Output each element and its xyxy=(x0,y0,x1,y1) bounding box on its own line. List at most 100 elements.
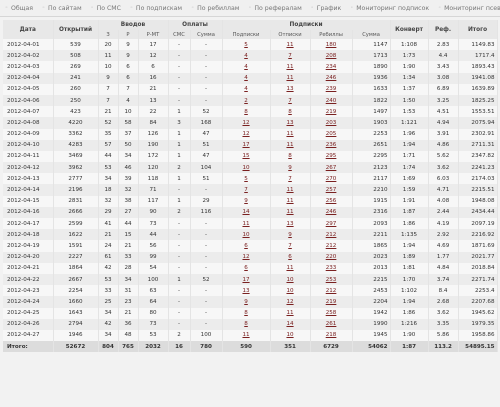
subs-link[interactable]: 10 xyxy=(242,165,249,171)
tab-item[interactable]: ◦ Общая xyxy=(1,1,38,15)
unsubs-link[interactable]: 11 xyxy=(286,131,293,137)
unsubs-link[interactable]: 11 xyxy=(286,142,293,148)
subs-link[interactable]: 14 xyxy=(242,209,249,215)
unsubs-link[interactable]: 9 xyxy=(288,232,292,238)
tab-item[interactable]: ◦ По сайтам xyxy=(38,1,87,15)
subs-link[interactable]: 15 xyxy=(242,153,249,159)
subs-link[interactable]: 11 xyxy=(242,221,249,227)
subcol-sum2[interactable]: Сумма xyxy=(352,30,391,39)
tab-item[interactable]: ◦ По подпискам xyxy=(126,1,187,15)
subs-link[interactable]: 12 xyxy=(242,131,249,137)
subcol-p[interactable]: Р xyxy=(118,30,139,39)
rebills-link[interactable]: 258 xyxy=(326,310,337,316)
subs-link[interactable]: 5 xyxy=(244,42,248,48)
unsubs-link[interactable]: 8 xyxy=(288,109,292,115)
subcol-sum[interactable]: Сумма xyxy=(190,30,223,39)
tab-item[interactable]: ◦Мониторинг псевдо xyxy=(434,1,500,15)
subs-link[interactable]: 4 xyxy=(244,75,248,81)
rebills-link[interactable]: 218 xyxy=(326,332,337,338)
subs-link[interactable]: 17 xyxy=(242,142,249,148)
unsubs-link[interactable]: 6 xyxy=(288,254,292,260)
unsubs-link[interactable]: 11 xyxy=(286,198,293,204)
subs-link[interactable]: 2 xyxy=(244,98,248,104)
tab-item[interactable]: ◦ График xyxy=(307,1,347,15)
rebills-link[interactable]: 246 xyxy=(326,209,337,215)
rebills-link[interactable]: 220 xyxy=(326,254,337,260)
subs-link[interactable]: 4 xyxy=(244,86,248,92)
rebills-link[interactable]: 203 xyxy=(326,120,337,126)
unsubs-link[interactable]: 10 xyxy=(286,332,293,338)
unsubs-link[interactable]: 7 xyxy=(288,53,292,59)
subs-link[interactable]: 9 xyxy=(244,198,248,204)
subcol-sms[interactable]: СМС xyxy=(168,30,191,39)
rebills-link[interactable]: 212 xyxy=(326,243,337,249)
unsubs-link[interactable]: 11 xyxy=(286,265,293,271)
rebills-link[interactable]: 295 xyxy=(326,153,337,159)
unsubs-link[interactable]: 11 xyxy=(286,42,293,48)
rebills-link[interactable]: 233 xyxy=(326,265,337,271)
rebills-link[interactable]: 270 xyxy=(326,176,337,182)
rebills-link[interactable]: 205 xyxy=(326,131,337,137)
subs-link[interactable]: 12 xyxy=(242,120,249,126)
rebills-link[interactable]: 219 xyxy=(326,299,337,305)
rebills-link[interactable]: 236 xyxy=(326,142,337,148)
tab-item[interactable]: ◦ По рефералам xyxy=(244,1,306,15)
subcol-pmt[interactable]: Р-МТ xyxy=(138,30,169,39)
unsubs-link[interactable]: 11 xyxy=(286,64,293,70)
subcol-rebills[interactable]: Ребиллы xyxy=(310,30,353,39)
rebills-link[interactable]: 256 xyxy=(326,198,337,204)
unsubs-link[interactable]: 9 xyxy=(288,165,292,171)
subs-link[interactable]: 7 xyxy=(244,187,248,193)
rebills-link[interactable]: 261 xyxy=(326,321,337,327)
unsubs-link[interactable]: 7 xyxy=(288,243,292,249)
unsubs-link[interactable]: 7 xyxy=(288,176,292,182)
rebills-link[interactable]: 257 xyxy=(326,187,337,193)
subs-link[interactable]: 17 xyxy=(242,277,249,283)
rebills-link[interactable]: 239 xyxy=(326,86,337,92)
rebills-link[interactable]: 219 xyxy=(326,109,337,115)
unsubs-link[interactable]: 11 xyxy=(286,75,293,81)
rebills-link[interactable]: 240 xyxy=(326,98,337,104)
rebills-link[interactable]: 234 xyxy=(326,64,337,70)
rebills-link[interactable]: 246 xyxy=(326,75,337,81)
rebills-link[interactable]: 180 xyxy=(326,42,337,48)
unsubs-link[interactable]: 13 xyxy=(286,120,293,126)
tab-item[interactable]: ◦ По СМС xyxy=(87,1,126,15)
rebills-link[interactable]: 208 xyxy=(326,53,337,59)
col-conversion[interactable]: Конверт xyxy=(390,20,429,39)
subs-link[interactable]: 11 xyxy=(242,332,249,338)
rebills-link[interactable]: 267 xyxy=(326,165,337,171)
unsubs-link[interactable]: 11 xyxy=(286,209,293,215)
unsubs-link[interactable]: 10 xyxy=(286,288,293,294)
subs-link[interactable]: 8 xyxy=(244,109,248,115)
unsubs-link[interactable]: 7 xyxy=(288,98,292,104)
subs-link[interactable]: 6 xyxy=(244,243,248,249)
rebills-link[interactable]: 212 xyxy=(326,232,337,238)
subcol-z[interactable]: З xyxy=(98,30,119,39)
unsubs-link[interactable]: 12 xyxy=(286,299,293,305)
unsubs-link[interactable]: 13 xyxy=(286,86,293,92)
unsubs-link[interactable]: 14 xyxy=(286,321,293,327)
subs-link[interactable]: 9 xyxy=(244,299,248,305)
rebills-link[interactable]: 253 xyxy=(326,277,337,283)
subs-link[interactable]: 8 xyxy=(244,310,248,316)
subs-link[interactable]: 10 xyxy=(242,232,249,238)
unsubs-link[interactable]: 11 xyxy=(286,187,293,193)
subs-link[interactable]: 12 xyxy=(242,254,249,260)
tab-item[interactable]: ◦ Мониторинг подписок xyxy=(346,1,434,15)
subs-link[interactable]: 4 xyxy=(244,53,248,59)
col-ref[interactable]: Реф. xyxy=(428,20,459,39)
subs-link[interactable]: 5 xyxy=(244,176,248,182)
col-opens[interactable]: Открытий xyxy=(53,20,99,39)
rebills-link[interactable]: 297 xyxy=(326,221,337,227)
unsubs-link[interactable]: 10 xyxy=(286,277,293,283)
subs-link[interactable]: 13 xyxy=(242,288,249,294)
subs-link[interactable]: 6 xyxy=(244,265,248,271)
col-date[interactable]: Дата xyxy=(3,20,54,39)
unsubs-link[interactable]: 8 xyxy=(288,153,292,159)
subs-link[interactable]: 4 xyxy=(244,64,248,70)
tab-item[interactable]: ◦ По ребиллам xyxy=(187,1,244,15)
unsubs-link[interactable]: 13 xyxy=(286,221,293,227)
subcol-unsubs[interactable]: Отписки xyxy=(270,30,311,39)
subcol-subs[interactable]: Подписки xyxy=(222,30,271,39)
